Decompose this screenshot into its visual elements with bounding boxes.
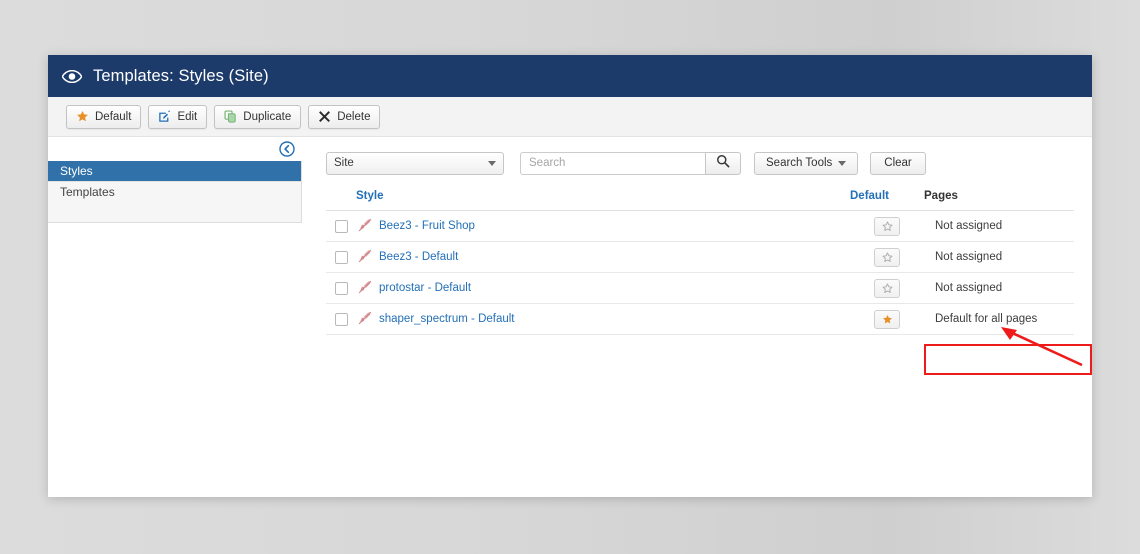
table-row: Beez3 - Fruit Shop Not assigned (326, 210, 1074, 242)
clear-button-label: Clear (884, 157, 912, 169)
row-style-cell: shaper_spectrum - Default (356, 303, 850, 335)
style-link[interactable]: protostar - Default (379, 282, 471, 294)
delete-button-label: Delete (337, 110, 371, 123)
circle-arrow-left-icon[interactable] (279, 141, 295, 157)
toolbar: Default Edit Duplicate Delete (48, 97, 1092, 137)
column-header-style[interactable]: Style (356, 190, 850, 211)
x-mark-icon (318, 110, 331, 123)
paint-brush-icon (358, 249, 372, 266)
search-input[interactable] (520, 151, 705, 175)
edit-button-label: Edit (177, 110, 198, 123)
sidebar-item-styles[interactable]: Styles (48, 161, 301, 181)
filter-bar: Site Search Tools (326, 151, 1074, 175)
table-row: Beez3 - Default Not assigned (326, 241, 1074, 273)
row-default-cell (850, 210, 924, 242)
row-pages-cell: Default for all pages (924, 303, 1074, 335)
column-header-pages: Pages (924, 190, 1074, 211)
column-header-default[interactable]: Default (850, 190, 924, 211)
sidebar-item-templates[interactable]: Templates (48, 181, 301, 202)
pages-value: Not assigned (935, 220, 1003, 232)
styles-table: Style Default Pages Beez3 - Fruit Shop N… (326, 190, 1074, 335)
row-checkbox-cell (326, 303, 356, 335)
site-select[interactable]: Site (326, 151, 504, 175)
style-link[interactable]: shaper_spectrum - Default (379, 313, 515, 325)
chevron-down-icon (838, 160, 847, 166)
delete-button[interactable]: Delete (308, 104, 381, 129)
table-row: protostar - Default Not assigned (326, 272, 1074, 304)
row-checkbox-cell (326, 210, 356, 242)
search-tools-button[interactable]: Search Tools (754, 151, 859, 175)
row-checkbox-cell (326, 241, 356, 273)
row-checkbox[interactable] (335, 219, 348, 233)
duplicate-button-label: Duplicate (243, 110, 292, 123)
admin-panel: Templates: Styles (Site) Default Edit Du… (48, 55, 1092, 497)
search-tools-label: Search Tools (766, 157, 833, 169)
search-group (520, 151, 741, 175)
row-pages-cell: Not assigned (924, 210, 1074, 242)
table-row: shaper_spectrum - Default Default for al… (326, 303, 1074, 335)
sidebar-topbar (48, 137, 302, 161)
row-default-cell (850, 241, 924, 273)
pages-value: Not assigned (935, 251, 1003, 263)
duplicate-button[interactable]: Duplicate (214, 104, 302, 129)
row-checkbox[interactable] (335, 281, 348, 295)
paint-brush-icon (358, 218, 372, 235)
clear-button[interactable]: Clear (870, 151, 926, 175)
site-select-value: Site (334, 157, 354, 169)
search-icon (716, 154, 730, 173)
column-header-checkbox (326, 190, 356, 211)
copy-icon (224, 110, 237, 123)
page-header: Templates: Styles (Site) (48, 55, 1092, 97)
sidebar-list: Styles Templates (48, 161, 302, 223)
pencil-square-icon (158, 110, 171, 123)
set-default-button[interactable] (874, 216, 900, 236)
pages-value: Not assigned (935, 282, 1003, 294)
row-pages-cell: Not assigned (924, 241, 1074, 273)
paint-brush-icon (358, 311, 372, 328)
page-title: Templates: Styles (Site) (93, 66, 269, 85)
default-button-label: Default (95, 110, 132, 123)
sidebar-item-label: Templates (60, 185, 115, 199)
main-content: Site Search Tools (302, 137, 1092, 497)
row-default-cell (850, 303, 924, 335)
table-header-row: Style Default Pages (326, 190, 1074, 211)
default-indicator-button[interactable] (874, 309, 900, 329)
chevron-down-icon (488, 160, 496, 166)
pages-value: Default for all pages (935, 313, 1038, 325)
table-body: Beez3 - Fruit Shop Not assigned Beez3 - … (326, 210, 1074, 335)
row-checkbox[interactable] (335, 312, 348, 326)
panel-body: Styles Templates Site Search Search Tool… (48, 137, 1092, 497)
row-style-cell: Beez3 - Default (356, 241, 850, 273)
edit-button[interactable]: Edit (148, 104, 208, 129)
paint-brush-icon (358, 280, 372, 297)
set-default-button[interactable] (874, 247, 900, 267)
default-button[interactable]: Default (66, 104, 142, 129)
search-button[interactable] (705, 151, 741, 175)
row-style-cell: Beez3 - Fruit Shop (356, 210, 850, 242)
star-icon (76, 110, 89, 123)
row-pages-cell: Not assigned (924, 272, 1074, 304)
eye-icon (62, 66, 82, 86)
set-default-button[interactable] (874, 278, 900, 298)
sidebar: Styles Templates (48, 137, 302, 497)
row-default-cell (850, 272, 924, 304)
sidebar-item-label: Styles (60, 164, 93, 178)
style-link[interactable]: Beez3 - Default (379, 251, 458, 263)
row-style-cell: protostar - Default (356, 272, 850, 304)
row-checkbox-cell (326, 272, 356, 304)
style-link[interactable]: Beez3 - Fruit Shop (379, 220, 475, 232)
row-checkbox[interactable] (335, 250, 348, 264)
